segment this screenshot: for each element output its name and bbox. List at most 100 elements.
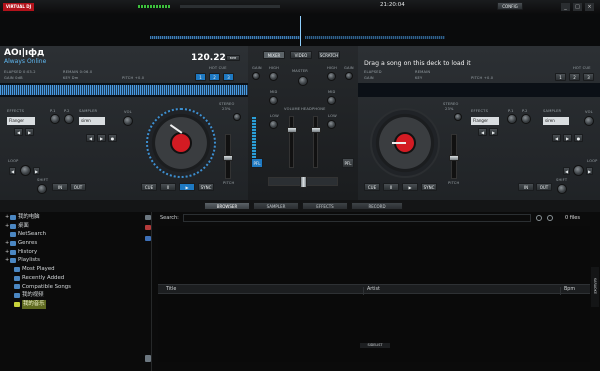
mix-right-high-knob[interactable]	[327, 72, 336, 81]
left-sync-button[interactable]: SYNC	[198, 183, 214, 191]
left-effects-select[interactable]: Flanger	[7, 117, 35, 125]
mix-right-mid-knob[interactable]	[327, 96, 336, 105]
right-sampler-select[interactable]: siren	[543, 117, 569, 125]
left-bpm-tap[interactable]: BPM	[226, 55, 240, 61]
scratch-tab[interactable]: SCRATCH	[318, 51, 340, 59]
tree-item[interactable]: 我的视频	[5, 291, 145, 300]
right-stereo-knob[interactable]	[454, 113, 462, 121]
left-play-button[interactable]: ▶	[179, 183, 195, 191]
right-cue-button[interactable]: CUE	[364, 183, 380, 191]
tree-item[interactable]: Most Played	[5, 265, 145, 274]
search-input[interactable]	[183, 214, 531, 222]
right-shift-knob[interactable]	[557, 184, 567, 194]
tree-item[interactable]: + Playlists	[5, 256, 145, 265]
left-effect-p2-knob[interactable]	[64, 114, 74, 124]
left-cue-button[interactable]: CUE	[141, 183, 157, 191]
right-sync-button[interactable]: SYNC	[421, 183, 437, 191]
tree-tool-icon-1[interactable]	[145, 215, 151, 220]
right-effect-p2-knob[interactable]	[521, 114, 531, 124]
right-sampler-play[interactable]: ▶	[563, 134, 572, 142]
right-loop-out[interactable]: OUT	[536, 183, 552, 191]
left-loop-knob[interactable]	[20, 165, 31, 176]
right-sampler-rec[interactable]: ●	[574, 134, 583, 142]
left-effect-p1-knob[interactable]	[50, 114, 60, 124]
tree-item[interactable]: Recently Added	[5, 274, 145, 283]
right-loop-next[interactable]: ▶	[586, 167, 593, 175]
tab-browser[interactable]: BROWSER	[204, 202, 250, 210]
mix-right-gain-knob[interactable]	[345, 72, 353, 80]
sidelist-toggle[interactable]: SIDELIST	[360, 343, 390, 348]
right-volume-fader[interactable]	[311, 116, 321, 168]
right-effect-prev[interactable]: ◀	[478, 128, 487, 136]
col-artist[interactable]: Artist	[363, 287, 380, 295]
rhythm-waveform-band[interactable]	[0, 14, 600, 46]
left-loop-out[interactable]: OUT	[70, 183, 86, 191]
right-pitch-slider[interactable]	[449, 134, 459, 179]
right-loop-knob[interactable]	[573, 165, 584, 176]
left-stereo-knob[interactable]	[233, 113, 241, 121]
left-effect-next[interactable]: ▶	[25, 128, 34, 136]
master-knob[interactable]	[298, 76, 308, 86]
tab-effects[interactable]: EFFECTS	[302, 202, 348, 210]
right-sampler-vol-knob[interactable]	[584, 116, 594, 126]
right-hotcue-1[interactable]: 1	[555, 73, 566, 81]
right-effect-p1-knob[interactable]	[507, 114, 517, 124]
karaoke-tab[interactable]: KARAOKE	[591, 267, 599, 307]
tree-tool-icon-2[interactable]	[145, 225, 151, 230]
left-sampler-select[interactable]: siren	[79, 117, 105, 125]
right-hotcue-2[interactable]: 2	[569, 73, 580, 81]
col-bpm[interactable]: Bpm	[560, 287, 575, 295]
right-song-waveform[interactable]	[358, 83, 600, 97]
video-tab[interactable]: VIDEO	[290, 51, 312, 59]
right-effect-next[interactable]: ▶	[489, 128, 498, 136]
mix-left-pfl[interactable]: PFL	[251, 158, 263, 168]
right-loop-in[interactable]: IN	[518, 183, 534, 191]
search-clear-icon[interactable]	[547, 215, 553, 221]
left-hotcue-1[interactable]: 1	[195, 73, 206, 81]
tab-sampler[interactable]: SAMPLER	[253, 202, 299, 210]
tree-item[interactable]: + Genres	[5, 239, 145, 248]
file-list[interactable]: Title Artist Bpm	[158, 226, 590, 362]
right-hotcue-3[interactable]: 3	[583, 73, 594, 81]
left-volume-fader[interactable]	[287, 116, 297, 168]
left-sampler-prev[interactable]: ◀	[86, 134, 95, 142]
tree-item[interactable]: + History	[5, 248, 145, 257]
right-loop-prev[interactable]: ◀	[563, 167, 570, 175]
mix-right-pfl[interactable]: PFL	[342, 158, 354, 168]
tree-item[interactable]: 我的音乐	[5, 299, 145, 309]
minimize-button[interactable]: _	[561, 3, 570, 11]
left-pitch-handle[interactable]	[223, 155, 233, 161]
tree-item[interactable]: Compatible Songs	[5, 283, 145, 292]
left-song-waveform[interactable]	[0, 83, 248, 97]
tree-item[interactable]: + 桌面	[5, 222, 145, 231]
mix-left-mid-knob[interactable]	[269, 96, 278, 105]
left-volume-handle[interactable]	[287, 127, 297, 133]
mix-right-low-knob[interactable]	[327, 120, 336, 129]
right-volume-handle[interactable]	[311, 127, 321, 133]
crossfader-handle[interactable]	[300, 176, 307, 188]
right-sampler-prev[interactable]: ◀	[552, 134, 561, 142]
lock-icon[interactable]	[145, 355, 151, 362]
close-button[interactable]: ×	[585, 3, 594, 11]
right-pitch-handle[interactable]	[449, 155, 459, 161]
tree-tool-icon-3[interactable]	[145, 236, 151, 241]
tree-item[interactable]: NetSearch	[5, 230, 145, 239]
config-button[interactable]: CONFIG	[497, 2, 523, 10]
mix-left-high-knob[interactable]	[269, 72, 278, 81]
left-pause-button[interactable]: II	[160, 183, 176, 191]
maximize-button[interactable]: □	[573, 3, 582, 11]
left-shift-knob[interactable]	[37, 184, 47, 194]
mix-left-gain-knob[interactable]	[252, 72, 260, 80]
tree-item[interactable]: + 我的电脑	[5, 213, 145, 222]
crossfader[interactable]	[268, 176, 338, 188]
left-pitch-slider[interactable]	[223, 134, 233, 179]
right-play-button[interactable]: ▶	[402, 183, 418, 191]
left-hotcue-3[interactable]: 3	[223, 73, 234, 81]
right-effects-select[interactable]: Flanger	[471, 117, 499, 125]
left-sampler-vol-knob[interactable]	[123, 116, 133, 126]
search-options-icon[interactable]	[536, 215, 542, 221]
left-hotcue-2[interactable]: 2	[209, 73, 220, 81]
left-loop-prev[interactable]: ◀	[9, 167, 16, 175]
right-pause-button[interactable]: II	[383, 183, 399, 191]
right-jogwheel[interactable]	[370, 108, 440, 178]
